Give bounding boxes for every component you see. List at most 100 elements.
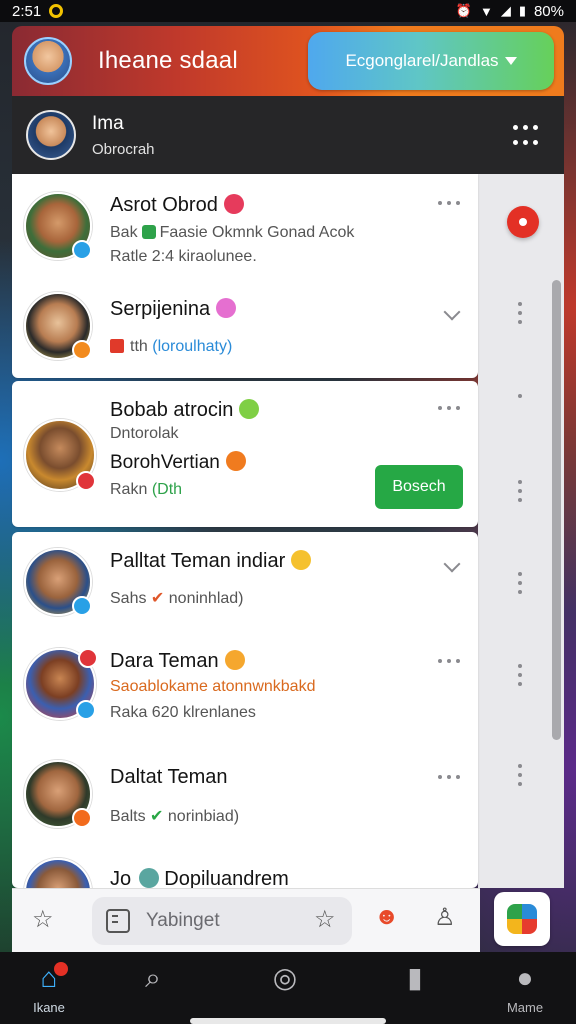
pin-icon[interactable]: ☆ <box>32 905 54 934</box>
message-input[interactable]: Yabinget <box>92 897 352 945</box>
chevron-down-icon <box>504 57 517 65</box>
notification-icon[interactable] <box>507 206 539 238</box>
message-input-placeholder: Yabinget <box>146 910 220 931</box>
chat-name: Dara Teman <box>110 650 219 672</box>
chat-row[interactable]: Bobab atrocin Dntorolak BorohVertian Rak… <box>12 381 478 527</box>
blush-emoji-icon <box>291 550 312 570</box>
profile-avatar[interactable] <box>26 110 76 160</box>
chat-preview-link[interactable]: (loroulhaty) <box>152 338 232 355</box>
chat-name: Palltat Teman indiar <box>110 550 286 572</box>
avatar <box>24 858 92 888</box>
row-menu-icon[interactable] <box>516 480 524 502</box>
status-time: 2:51 <box>12 2 42 20</box>
chat-name: Jo <box>110 868 132 888</box>
chat-row[interactable]: Palltat Teman indiar Sahs ✔ noninhlad) <box>12 532 478 632</box>
status-badge <box>72 240 92 260</box>
search-icon: ⌕ <box>145 962 161 993</box>
chat-row[interactable]: Daltat Teman Balts ✔ norinbiad) <box>12 748 478 848</box>
profile-bar: Ima Obrocrah <box>12 96 564 174</box>
star-icon[interactable]: ☆ <box>314 905 336 934</box>
chat-preview-prefix: tth <box>130 338 148 355</box>
scrollbar[interactable] <box>552 280 561 740</box>
chat-row[interactable]: Dara Teman Saoablokame atonnwnkbakd Raka… <box>12 632 478 748</box>
row-menu-icon[interactable] <box>516 302 524 324</box>
row-menu-icon[interactable] <box>516 394 524 416</box>
chat-preview: Saoablokame atonnwnkbakd <box>110 678 316 695</box>
nav-profile[interactable]: ● Mame <box>490 960 560 1015</box>
status-bar: 2:51 ⏰ ▼ ◢ ▮ 80% <box>0 0 576 22</box>
status-badge <box>72 596 92 616</box>
chat-preview: noninhlad) <box>168 590 244 607</box>
avatar <box>24 419 96 491</box>
wifi-icon: ▼ <box>479 3 493 19</box>
record-icon: ◎ <box>272 962 298 993</box>
home-indicator[interactable] <box>190 1018 386 1024</box>
flag-icon <box>110 339 124 353</box>
battery-level: 80% <box>533 2 564 20</box>
more-options-icon[interactable] <box>510 120 540 150</box>
chat-preview-prefix: Bak <box>110 224 138 241</box>
chat-card: Palltat Teman indiar Sahs ✔ noninhlad) D… <box>12 532 478 888</box>
chat-meta-prefix: Rakn <box>110 481 148 498</box>
avatar <box>24 192 92 260</box>
nav-home[interactable]: ⌂ Ikane <box>14 960 84 1015</box>
banner-avatar[interactable] <box>24 37 72 85</box>
profile-name: Ima <box>92 112 124 134</box>
more-options-icon[interactable] <box>438 405 460 411</box>
nav-search[interactable]: ⌕ <box>118 960 188 996</box>
nav-record[interactable]: ◎ <box>250 960 320 996</box>
apps-icon <box>507 904 537 934</box>
notification-badge <box>54 962 68 976</box>
heart-eyes-emoji-icon <box>223 194 244 214</box>
chevron-down-icon[interactable] <box>443 555 461 573</box>
chat-preview: norinbiad) <box>167 808 240 825</box>
status-emoji-icon <box>225 451 246 471</box>
more-options-icon[interactable] <box>438 774 460 780</box>
more-options-icon[interactable] <box>438 658 460 664</box>
person-icon <box>141 225 156 239</box>
status-badge <box>72 340 92 360</box>
chat-preview-prefix: Sahs <box>110 590 147 607</box>
nav-video[interactable]: ▮ <box>380 960 450 996</box>
app-notification-icon <box>49 4 64 18</box>
status-badge <box>72 808 92 828</box>
notification-badge <box>78 648 98 668</box>
alarm-icon: ⏰ <box>455 3 472 18</box>
banner-dropdown-button[interactable]: Ecgonglarel/Jandlas <box>308 32 554 90</box>
chat-name: Asrot Obrod <box>110 194 218 216</box>
nav-profile-label: Mame <box>506 1000 544 1015</box>
chat-meta: Raka 620 klrenlanes <box>110 704 256 721</box>
banner-dropdown-label: Ecgonglarel/Jandlas <box>345 51 499 70</box>
chat-name-rest: Dopiluandrem <box>164 868 289 888</box>
chat-meta: Ratle 2:4 kiraolunee. <box>110 248 257 265</box>
apps-launcher-button[interactable] <box>494 892 550 946</box>
video-icon: ▮ <box>407 962 423 993</box>
grin-emoji-icon <box>239 399 260 419</box>
add-contact-icon[interactable]: ♙ <box>434 903 456 932</box>
row-menu-icon[interactable] <box>516 764 524 786</box>
action-button[interactable]: Bosech <box>375 465 463 509</box>
emoji-icon[interactable]: ☻ <box>374 903 399 931</box>
avatar <box>24 548 92 616</box>
signal-icon: ◢ <box>500 3 511 18</box>
document-icon <box>106 909 130 933</box>
chat-row[interactable]: Serpijenina tth (loroulhaty) <box>12 278 478 378</box>
nav-home-label: Ikane <box>33 1000 65 1015</box>
chat-card: Asrot Obrod Bak Faasie Okmnk Gonad Acok R… <box>12 174 478 378</box>
status-badge <box>76 471 96 491</box>
status-badge <box>76 700 96 720</box>
bottom-navigation: ⌂ Ikane ⌕ ◎ ▮ ● Mame <box>0 952 576 1024</box>
row-menu-icon[interactable] <box>516 664 524 686</box>
row-menu-icon[interactable] <box>516 572 524 594</box>
chat-row[interactable]: Jo Dopiluandrem <box>12 848 478 888</box>
more-options-icon[interactable] <box>438 200 460 206</box>
home-icon: ⌂ <box>40 962 58 993</box>
check-icon: ✔ <box>150 808 164 825</box>
chat-name: Serpijenina <box>110 298 211 320</box>
chat-row[interactable]: Asrot Obrod Bak Faasie Okmnk Gonad Acok R… <box>12 174 478 278</box>
avatar <box>24 760 92 828</box>
profile-subtitle: Obrocrah <box>92 140 155 158</box>
chat-meta-accent: (Dth <box>151 481 183 498</box>
chat-preview: Faasie Okmnk Gonad Acok <box>159 224 355 241</box>
chevron-down-icon[interactable] <box>443 303 461 321</box>
